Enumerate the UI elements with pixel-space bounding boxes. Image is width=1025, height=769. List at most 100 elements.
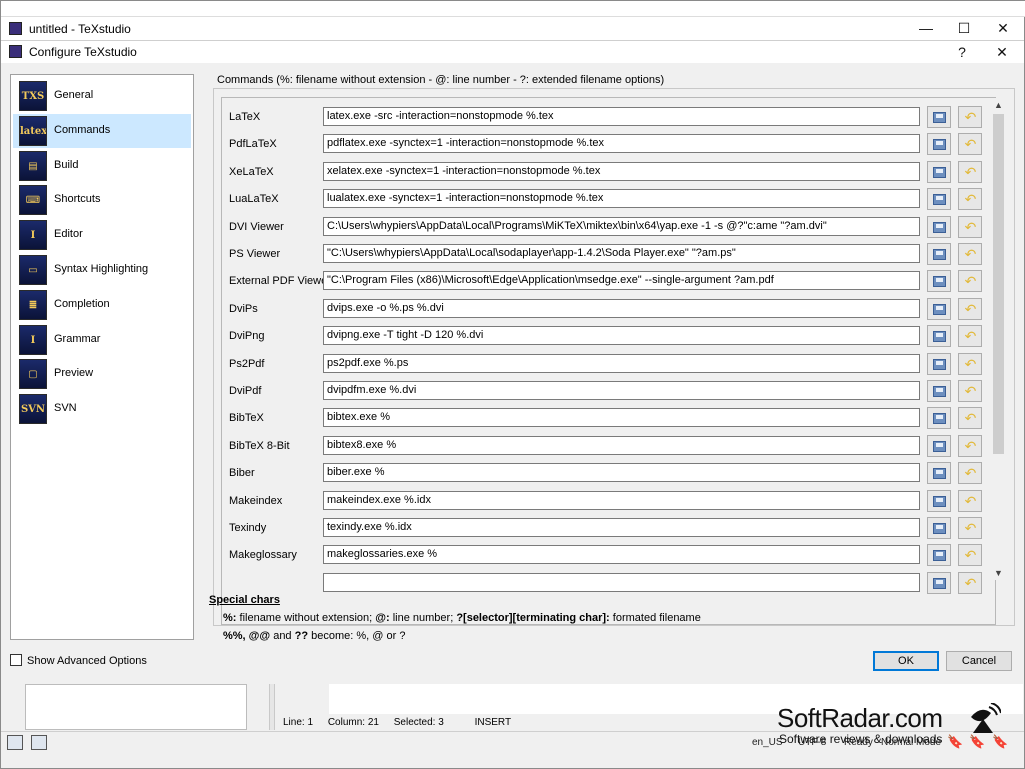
- reset-command-button[interactable]: ↶: [958, 462, 982, 485]
- command-input[interactable]: makeindex.exe %.idx: [323, 490, 920, 510]
- selected-status: Selected: 3: [393, 717, 444, 728]
- open-file-icon: [933, 249, 946, 260]
- main-window-title: untitled - TeXstudio: [29, 22, 131, 36]
- select-program-button[interactable]: [927, 215, 951, 238]
- sidebar-item-svn[interactable]: SVN SVN: [13, 392, 191, 426]
- reset-command-button[interactable]: ↶: [958, 270, 982, 293]
- panel-splitter[interactable]: [269, 684, 275, 730]
- scroll-down-icon[interactable]: ▼: [991, 566, 1006, 580]
- reset-command-button[interactable]: ↶: [958, 133, 982, 156]
- command-row: DviPs dvips.exe -o %.ps %.dvi ↶: [222, 297, 995, 325]
- command-row: Ps2Pdf ps2pdf.exe %.ps ↶: [222, 352, 995, 380]
- sidebar-item-editor[interactable]: I Editor: [13, 218, 191, 252]
- sidebar-item-preview[interactable]: ▢ Preview: [13, 357, 191, 391]
- reset-command-button[interactable]: ↶: [958, 352, 982, 375]
- select-program-button[interactable]: [927, 489, 951, 512]
- close-window-button[interactable]: ✕: [981, 17, 1025, 40]
- advanced-checkbox[interactable]: [10, 654, 22, 666]
- undo-icon: ↶: [964, 273, 977, 290]
- command-input[interactable]: bibtex.exe %: [323, 408, 920, 428]
- commands-frame: LaTeX latex.exe -src -interaction=nonstop…: [213, 88, 1015, 626]
- undo-icon: ↶: [964, 492, 977, 509]
- toggle-sidepanel-icon[interactable]: [7, 735, 23, 750]
- open-file-icon: [933, 495, 946, 507]
- scroll-up-icon[interactable]: ▲: [991, 98, 1006, 112]
- command-input[interactable]: biber.exe %: [323, 463, 920, 483]
- help-button[interactable]: ?: [940, 41, 984, 64]
- satellite-dish-icon: [971, 703, 1001, 733]
- command-input[interactable]: [323, 572, 920, 592]
- reset-command-button[interactable]: ↶: [958, 188, 982, 211]
- close-dialog-button[interactable]: ✕: [980, 41, 1024, 64]
- undo-icon: ↶: [964, 109, 977, 125]
- reset-command-button[interactable]: ↶: [958, 489, 982, 512]
- command-input[interactable]: makeglossaries.exe %: [323, 545, 920, 565]
- command-label: Makeindex: [229, 494, 283, 507]
- command-input[interactable]: xelatex.exe -synctex=1 -interaction=nons…: [323, 161, 920, 181]
- reset-command-button[interactable]: ↶: [958, 243, 982, 265]
- reset-command-button[interactable]: ↶: [958, 571, 982, 594]
- cancel-button[interactable]: Cancel: [946, 651, 1012, 671]
- command-input[interactable]: ps2pdf.exe %.ps: [323, 353, 920, 373]
- command-input[interactable]: bibtex8.exe %: [323, 435, 920, 455]
- select-program-button[interactable]: [927, 243, 951, 265]
- maximize-button[interactable]: ☐: [942, 17, 986, 40]
- select-program-button[interactable]: [927, 462, 951, 485]
- select-program-button[interactable]: [927, 325, 951, 348]
- select-program-button[interactable]: [927, 188, 951, 211]
- select-program-button[interactable]: [927, 352, 951, 375]
- sidebar-item-syntax-highlighting[interactable]: ▭ Syntax Highlighting: [13, 253, 191, 287]
- reset-command-button[interactable]: ↶: [958, 325, 982, 348]
- sidebar-item-completion[interactable]: ≣ Completion: [13, 288, 191, 322]
- command-input[interactable]: "C:\Users\whypiers\AppData\Local\sodapla…: [323, 244, 920, 263]
- sidebar-item-commands[interactable]: latex Commands: [13, 113, 191, 148]
- sidebar-item-shortcuts[interactable]: ⌨ Shortcuts: [13, 183, 191, 217]
- reset-command-button[interactable]: ↶: [958, 434, 982, 457]
- command-input[interactable]: C:\Users\whypiers\AppData\Local\Programs…: [323, 216, 920, 236]
- sidebar-item-grammar[interactable]: I Grammar: [13, 323, 191, 357]
- reset-command-button[interactable]: ↶: [958, 380, 982, 402]
- select-program-button[interactable]: [927, 517, 951, 539]
- select-program-button[interactable]: [927, 407, 951, 430]
- main-titlebar: untitled - TeXstudio — ☐ ✕: [1, 17, 1024, 40]
- configure-dialog: Configure TeXstudio ? ✕ TXS General latex C…: [1, 40, 1024, 681]
- reset-command-button[interactable]: ↶: [958, 160, 982, 183]
- select-program-button[interactable]: [927, 544, 951, 567]
- command-input[interactable]: dvipng.exe -T tight -D 120 %.dvi: [323, 326, 920, 346]
- select-program-button[interactable]: [927, 270, 951, 293]
- select-program-button[interactable]: [927, 133, 951, 156]
- select-program-button[interactable]: [927, 106, 951, 128]
- command-input[interactable]: texindy.exe %.idx: [323, 518, 920, 537]
- select-program-button[interactable]: [927, 380, 951, 402]
- scrollbar-thumb[interactable]: [993, 114, 1004, 454]
- select-program-button[interactable]: [927, 571, 951, 594]
- reset-command-button[interactable]: ↶: [958, 215, 982, 238]
- command-input[interactable]: latex.exe -src -interaction=nonstopmode …: [323, 107, 920, 126]
- show-advanced-options[interactable]: Show Advanced Options: [10, 654, 147, 667]
- open-file-icon: [933, 468, 946, 480]
- sidebar-item-general[interactable]: TXS General: [13, 79, 191, 113]
- sidebar-item-label: Completion: [54, 297, 110, 310]
- command-input[interactable]: "C:\Program Files (x86)\Microsoft\Edge\A…: [323, 271, 920, 291]
- command-label: DviPng: [229, 330, 265, 343]
- commands-scrollbar[interactable]: ▲ ▼: [991, 98, 1006, 580]
- reset-command-button[interactable]: ↶: [958, 297, 982, 320]
- sidebar-item-build[interactable]: ▤ Build: [13, 149, 191, 183]
- command-row: Makeindex makeindex.exe %.idx ↶: [222, 489, 995, 517]
- select-program-button[interactable]: [927, 297, 951, 320]
- commands-list: LaTeX latex.exe -src -interaction=nonstop…: [221, 97, 996, 625]
- select-program-button[interactable]: [927, 160, 951, 183]
- command-input[interactable]: dvips.exe -o %.ps %.dvi: [323, 298, 920, 318]
- open-file-icon: [933, 112, 946, 123]
- reset-command-button[interactable]: ↶: [958, 106, 982, 128]
- reset-command-button[interactable]: ↶: [958, 407, 982, 430]
- command-input[interactable]: dvipdfm.exe %.dvi: [323, 381, 920, 400]
- ok-button[interactable]: OK: [873, 651, 939, 671]
- command-input[interactable]: lualatex.exe -synctex=1 -interaction=non…: [323, 189, 920, 209]
- select-program-button[interactable]: [927, 434, 951, 457]
- toggle-messages-icon[interactable]: [31, 735, 47, 750]
- command-row: External PDF Viewer "C:\Program Files (x8…: [222, 270, 995, 297]
- command-input[interactable]: pdflatex.exe -synctex=1 -interaction=non…: [323, 134, 920, 154]
- reset-command-button[interactable]: ↶: [958, 517, 982, 539]
- reset-command-button[interactable]: ↶: [958, 544, 982, 567]
